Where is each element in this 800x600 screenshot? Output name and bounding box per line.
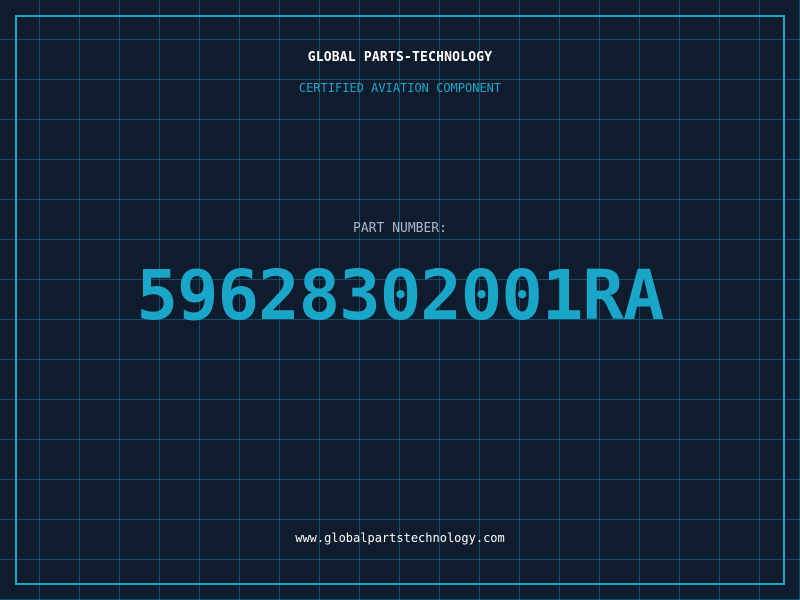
website-url: www.globalpartstechnology.com: [295, 531, 505, 545]
part-card: GLOBAL PARTS-TECHNOLOGY CERTIFIED AVIATI…: [0, 0, 800, 600]
part-number-value: 59628302001RA: [136, 256, 664, 336]
company-name: GLOBAL PARTS-TECHNOLOGY: [307, 50, 493, 65]
certification-subtitle: CERTIFIED AVIATION COMPONENT: [298, 81, 502, 95]
part-number-label: PART NUMBER:: [353, 221, 447, 236]
